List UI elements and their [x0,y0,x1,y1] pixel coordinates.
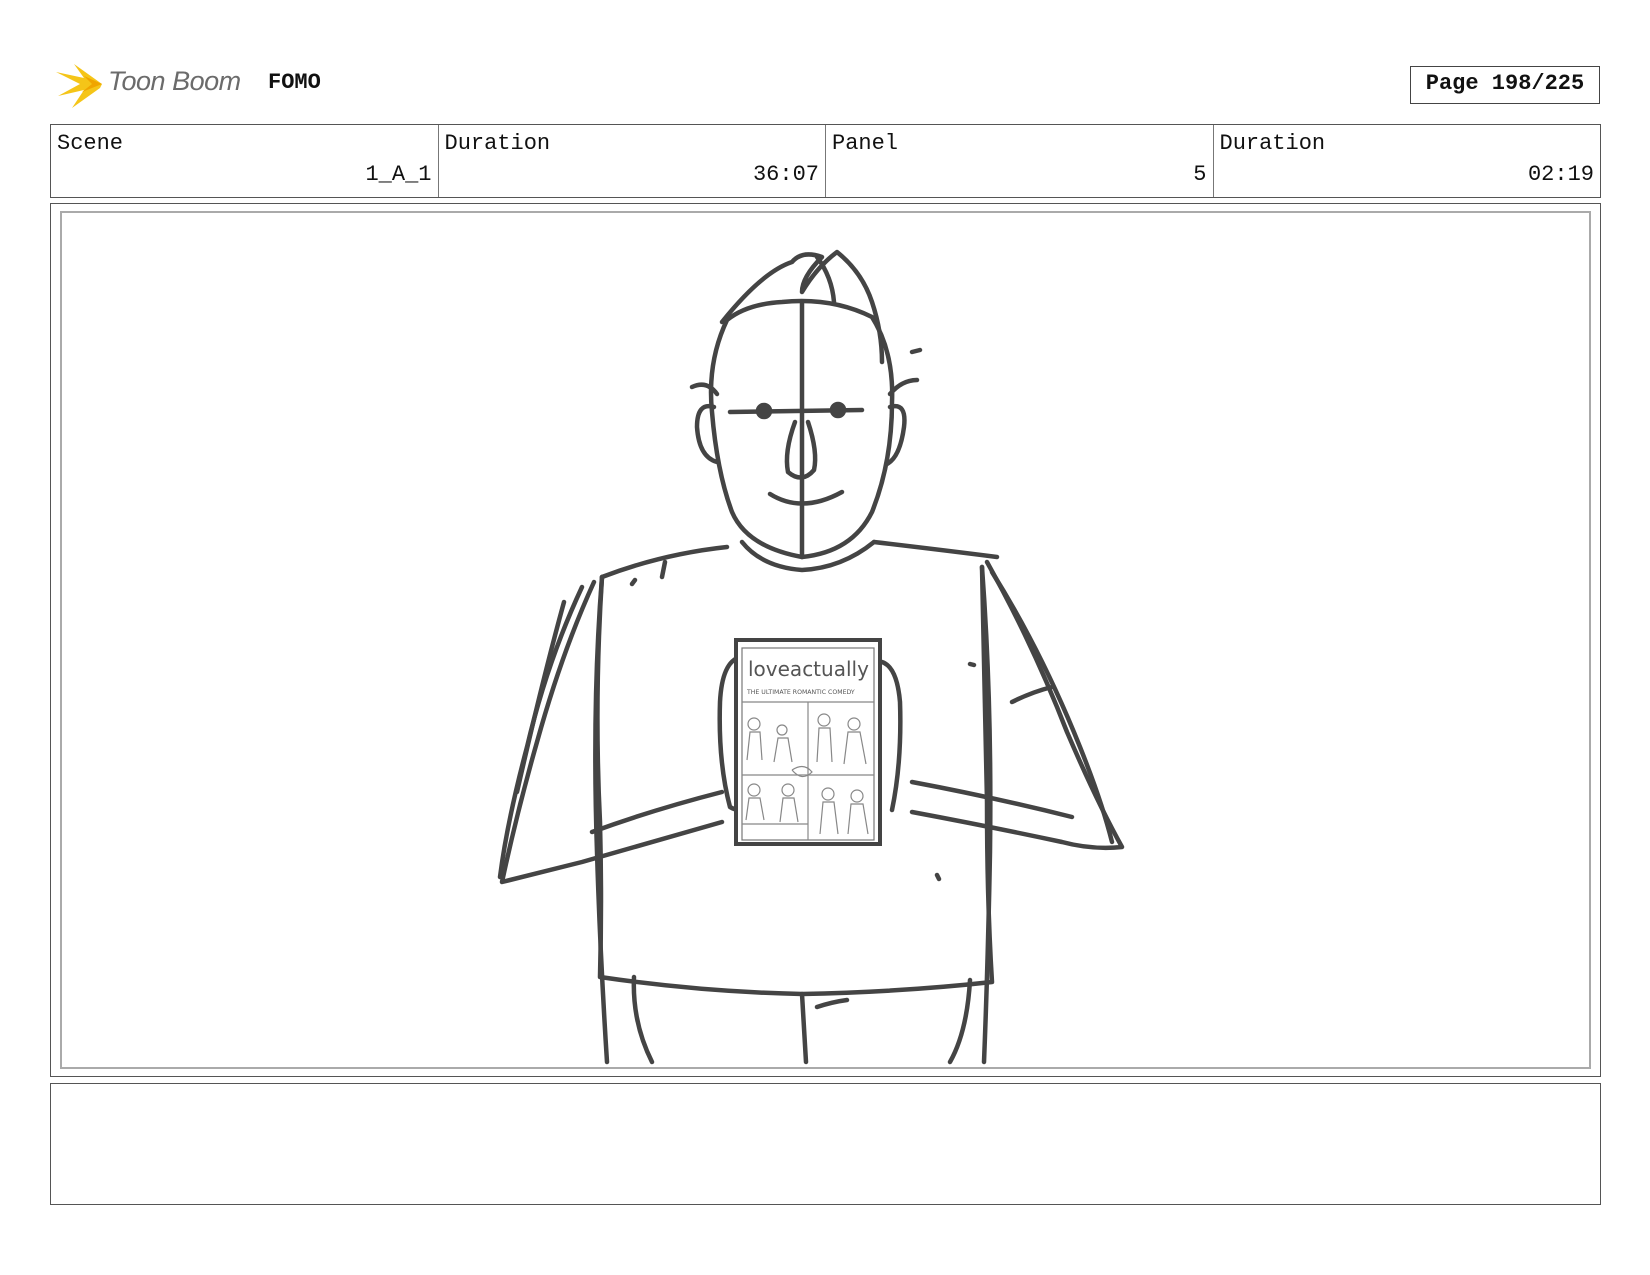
info-cell-scene-duration: Duration 36:07 [439,125,826,197]
panel-notes [50,1083,1601,1205]
dvd-title: loveactually [748,657,869,681]
info-cell-panel-duration: Duration 02:19 [1214,125,1601,197]
toon-boom-logo: Toon Boom [54,58,254,114]
info-cell-panel: Panel 5 [826,125,1214,197]
scene-label: Scene [57,131,124,156]
project-title: FOMO [268,70,321,95]
panel-label: Panel [832,131,899,156]
scene-duration-label: Duration [444,131,551,156]
logo-burst-icon [56,64,102,108]
logo-text: Toon Boom [108,66,241,96]
panel-value: 5 [1193,162,1207,187]
page-number: Page 198/225 [1410,66,1600,104]
info-table: Scene 1_A_1 Duration 36:07 Panel 5 Durat… [50,124,1601,198]
dvd-cover: loveactually THE ULTIMATE ROMANTIC COMED… [734,638,882,846]
scene-duration-value: 36:07 [752,162,819,187]
panel-duration-label: Duration [1219,131,1326,156]
storyboard-panel: loveactually THE ULTIMATE ROMANTIC COMED… [60,211,1591,1069]
scene-value: 1_A_1 [365,162,432,187]
dvd-subtitle: THE ULTIMATE ROMANTIC COMEDY [746,689,855,696]
info-cell-scene: Scene 1_A_1 [51,125,439,197]
panel-duration-value: 02:19 [1527,162,1594,187]
